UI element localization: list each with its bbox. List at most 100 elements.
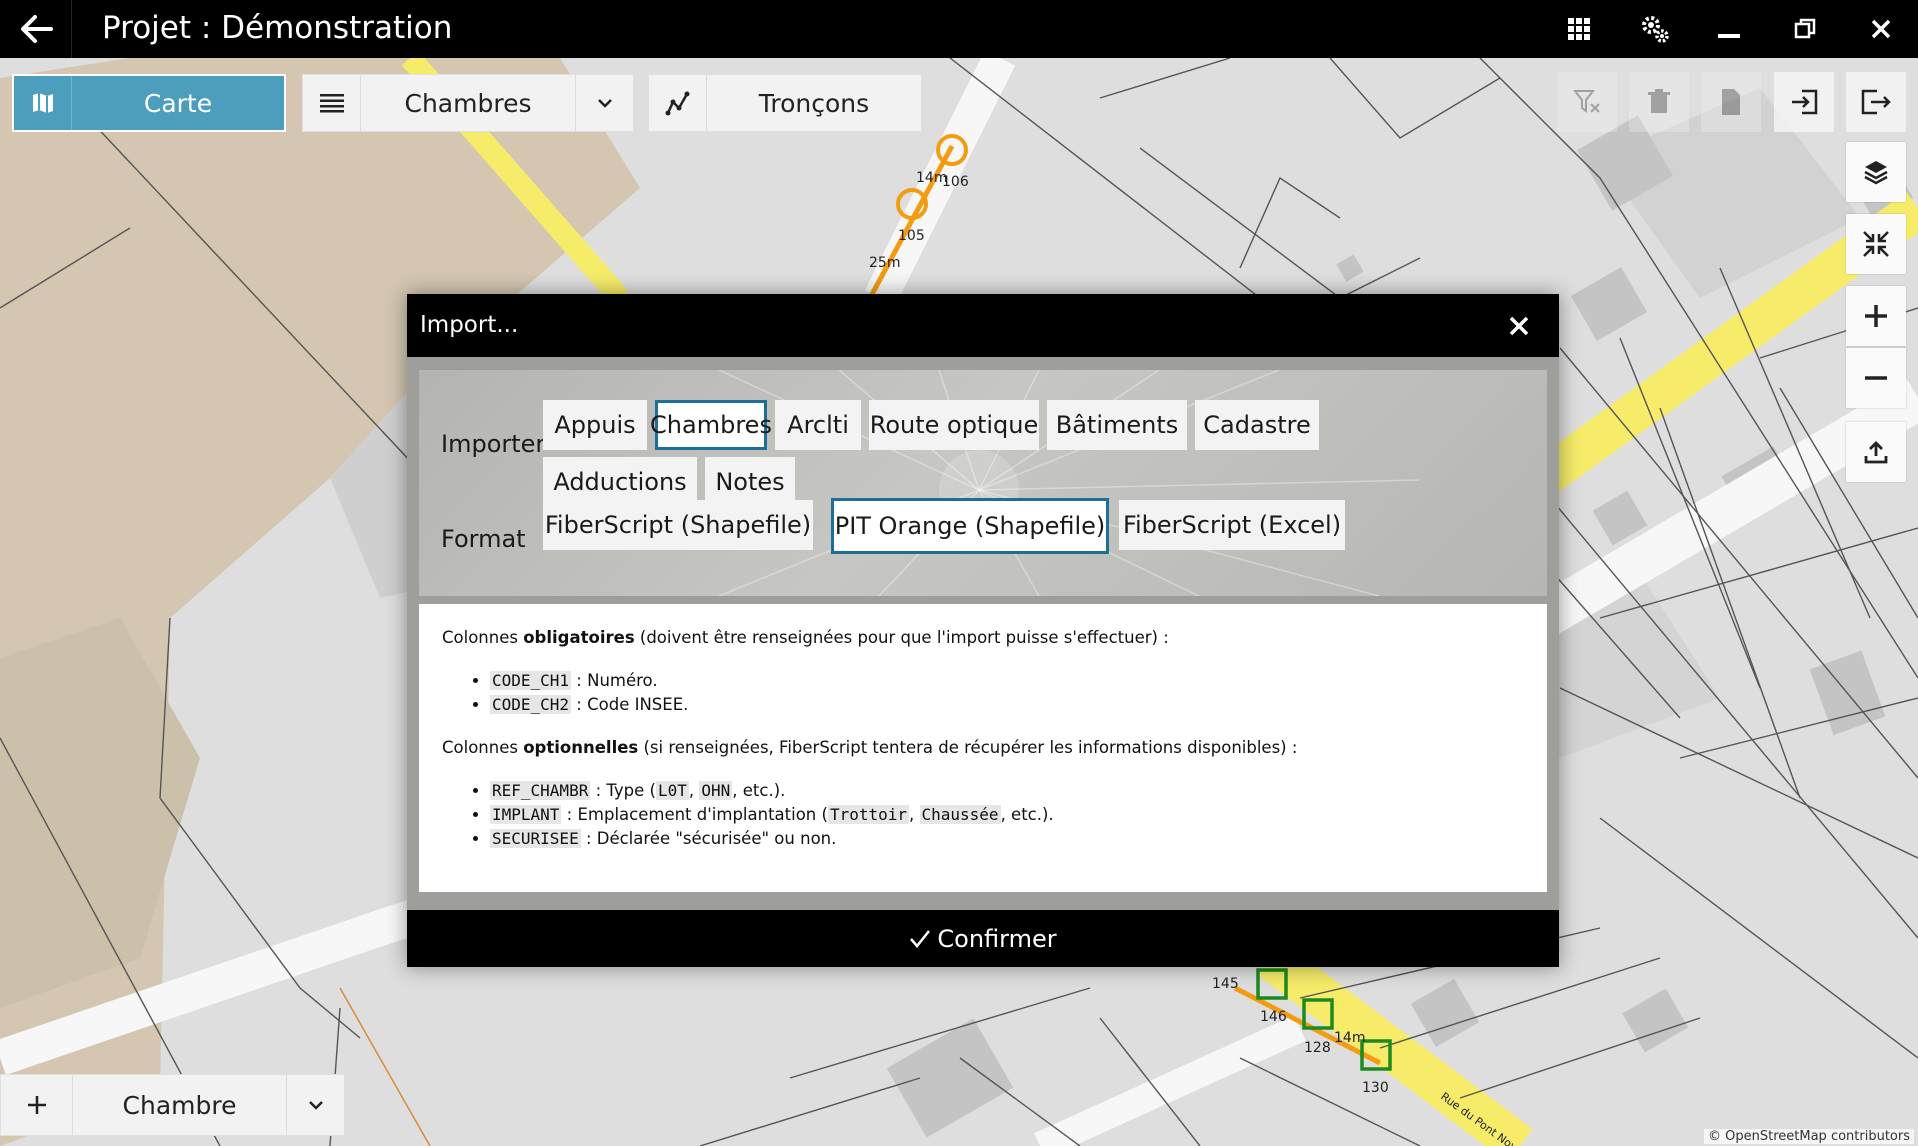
chevron-down-icon [308, 1101, 323, 1110]
importer-option-arclti[interactable]: Arclti [775, 400, 861, 450]
chevron-down-icon [597, 99, 612, 108]
filter-clear-icon [1573, 90, 1600, 113]
layer-selector-label: Chambres [404, 88, 532, 118]
confirm-button[interactable]: Confirmer [407, 910, 1559, 967]
text: , [688, 781, 700, 800]
plus-icon [27, 1096, 46, 1114]
title-bar: Projet : Démonstration [0, 0, 1918, 58]
map-label: 106 [942, 174, 969, 190]
map-label: 145 [1212, 976, 1239, 992]
trash-icon [1648, 89, 1670, 113]
import-button[interactable] [1774, 72, 1834, 132]
restore-icon [1794, 18, 1816, 39]
text: : Code INSEE. [571, 695, 689, 714]
settings-button[interactable] [1625, 0, 1685, 58]
importer-option-route-optique[interactable]: Route optique [869, 400, 1039, 450]
importer-label: Importer [441, 430, 546, 458]
map-mode-label: Carte [143, 88, 213, 118]
import-icon [1792, 89, 1818, 115]
map-mode-button[interactable]: Carte [12, 74, 286, 132]
map-label: 146 [1260, 1009, 1287, 1025]
apps-grid-icon [1568, 18, 1590, 40]
bold-text: optionnelles [523, 738, 639, 757]
close-icon [1509, 316, 1529, 336]
zoom-out-button[interactable] [1846, 348, 1906, 408]
dialog-title: Import... [420, 312, 519, 338]
map-icon [32, 93, 53, 113]
text: , etc.). [732, 781, 786, 800]
layers-icon [1864, 161, 1888, 185]
importer-option-batiments[interactable]: Bâtiments [1047, 400, 1187, 450]
confirm-label: Confirmer [937, 924, 1057, 953]
upload-button[interactable] [1846, 422, 1906, 482]
zoom-out-icon [1865, 376, 1887, 380]
layer-dropdown-button[interactable] [575, 75, 633, 131]
code: SECURISEE [490, 829, 581, 848]
add-button[interactable] [1, 1075, 73, 1135]
text: : Emplacement d'implantation ( [561, 805, 828, 824]
text: Colonnes [442, 628, 524, 647]
map-attribution: © OpenStreetMap contributors [1704, 1129, 1914, 1144]
code: Trottoir [827, 805, 909, 824]
map-label: 130 [1362, 1080, 1389, 1096]
troncons-button[interactable]: Tronçons [648, 74, 922, 132]
format-option-pit-orange-shapefile[interactable]: PIT Orange (Shapefile) [831, 498, 1109, 554]
map-label: 14m [1334, 1030, 1365, 1046]
list-item: CODE_CH2 : Code INSEE. [490, 695, 1524, 714]
importer-option-cadastre[interactable]: Cadastre [1195, 400, 1319, 450]
map-label: 25m [869, 255, 900, 271]
optional-list: REF_CHAMBR : Type (L0T, OHN, etc.). IMPL… [490, 781, 1524, 848]
delete-button[interactable] [1629, 72, 1689, 132]
minimize-button[interactable] [1699, 0, 1759, 58]
format-option-fiberscript-shapefile[interactable]: FiberScript (Shapefile) [543, 500, 813, 550]
collapse-button[interactable] [1846, 214, 1906, 274]
import-dialog: Import... Importer Appuis Chambres Arclt… [407, 294, 1559, 967]
add-type-dropdown[interactable] [286, 1075, 344, 1135]
export-button[interactable] [1846, 72, 1906, 132]
format-description: Colonnes obligatoires (doivent être rens… [419, 604, 1547, 892]
list-item: SECURISEE : Déclarée "sécurisée" ou non. [490, 829, 1524, 848]
import-options-panel: Importer Appuis Chambres Arclti Route op… [419, 370, 1547, 596]
dialog-close-button[interactable] [1499, 306, 1539, 346]
code: L0T [655, 781, 689, 800]
importer-option-appuis[interactable]: Appuis [543, 400, 647, 450]
layer-selector[interactable]: Chambres [302, 74, 634, 132]
map-label: 105 [898, 228, 925, 244]
export-icon [1861, 89, 1891, 115]
text: Colonnes [442, 738, 524, 757]
settings-gears-icon [1642, 16, 1669, 43]
zoom-in-button[interactable] [1846, 286, 1906, 346]
add-feature-bar: Chambre [0, 1074, 345, 1136]
text: , etc.). [1000, 805, 1054, 824]
importer-option-chambres[interactable]: Chambres [650, 400, 772, 450]
list-icon [319, 94, 344, 113]
mandatory-heading: Colonnes obligatoires (doivent être rens… [442, 628, 1524, 647]
clear-filter-button[interactable] [1557, 72, 1617, 132]
format-option-fiberscript-excel[interactable]: FiberScript (Excel) [1119, 500, 1345, 550]
back-arrow-icon [20, 15, 53, 43]
window-title: Projet : Démonstration [102, 10, 453, 46]
format-label: Format [441, 525, 526, 553]
layers-button[interactable] [1846, 142, 1906, 202]
troncons-label: Tronçons [758, 88, 870, 118]
upload-icon [1864, 441, 1888, 464]
text: : Déclarée "sécurisée" ou non. [580, 829, 837, 848]
code: IMPLANT [490, 805, 562, 824]
list-item: REF_CHAMBR : Type (L0T, OHN, etc.). [490, 781, 1524, 800]
apps-button[interactable] [1549, 0, 1609, 58]
file-button[interactable] [1701, 72, 1761, 132]
list-button[interactable] [303, 75, 361, 131]
text: (si renseignées, FiberScript tentera de … [638, 738, 1298, 757]
check-icon [910, 929, 931, 948]
bold-text: obligatoires [523, 628, 635, 647]
text: : Type ( [590, 781, 656, 800]
minimize-icon [1718, 34, 1740, 38]
add-type-label[interactable]: Chambre [73, 1075, 286, 1135]
restore-button[interactable] [1775, 0, 1835, 58]
back-button[interactable] [0, 0, 72, 58]
code: REF_CHAMBR [490, 781, 591, 800]
list-item: CODE_CH1 : Numéro. [490, 671, 1524, 690]
close-window-button[interactable] [1851, 0, 1911, 58]
collapse-icon [1863, 231, 1889, 257]
code: OHN [699, 781, 733, 800]
